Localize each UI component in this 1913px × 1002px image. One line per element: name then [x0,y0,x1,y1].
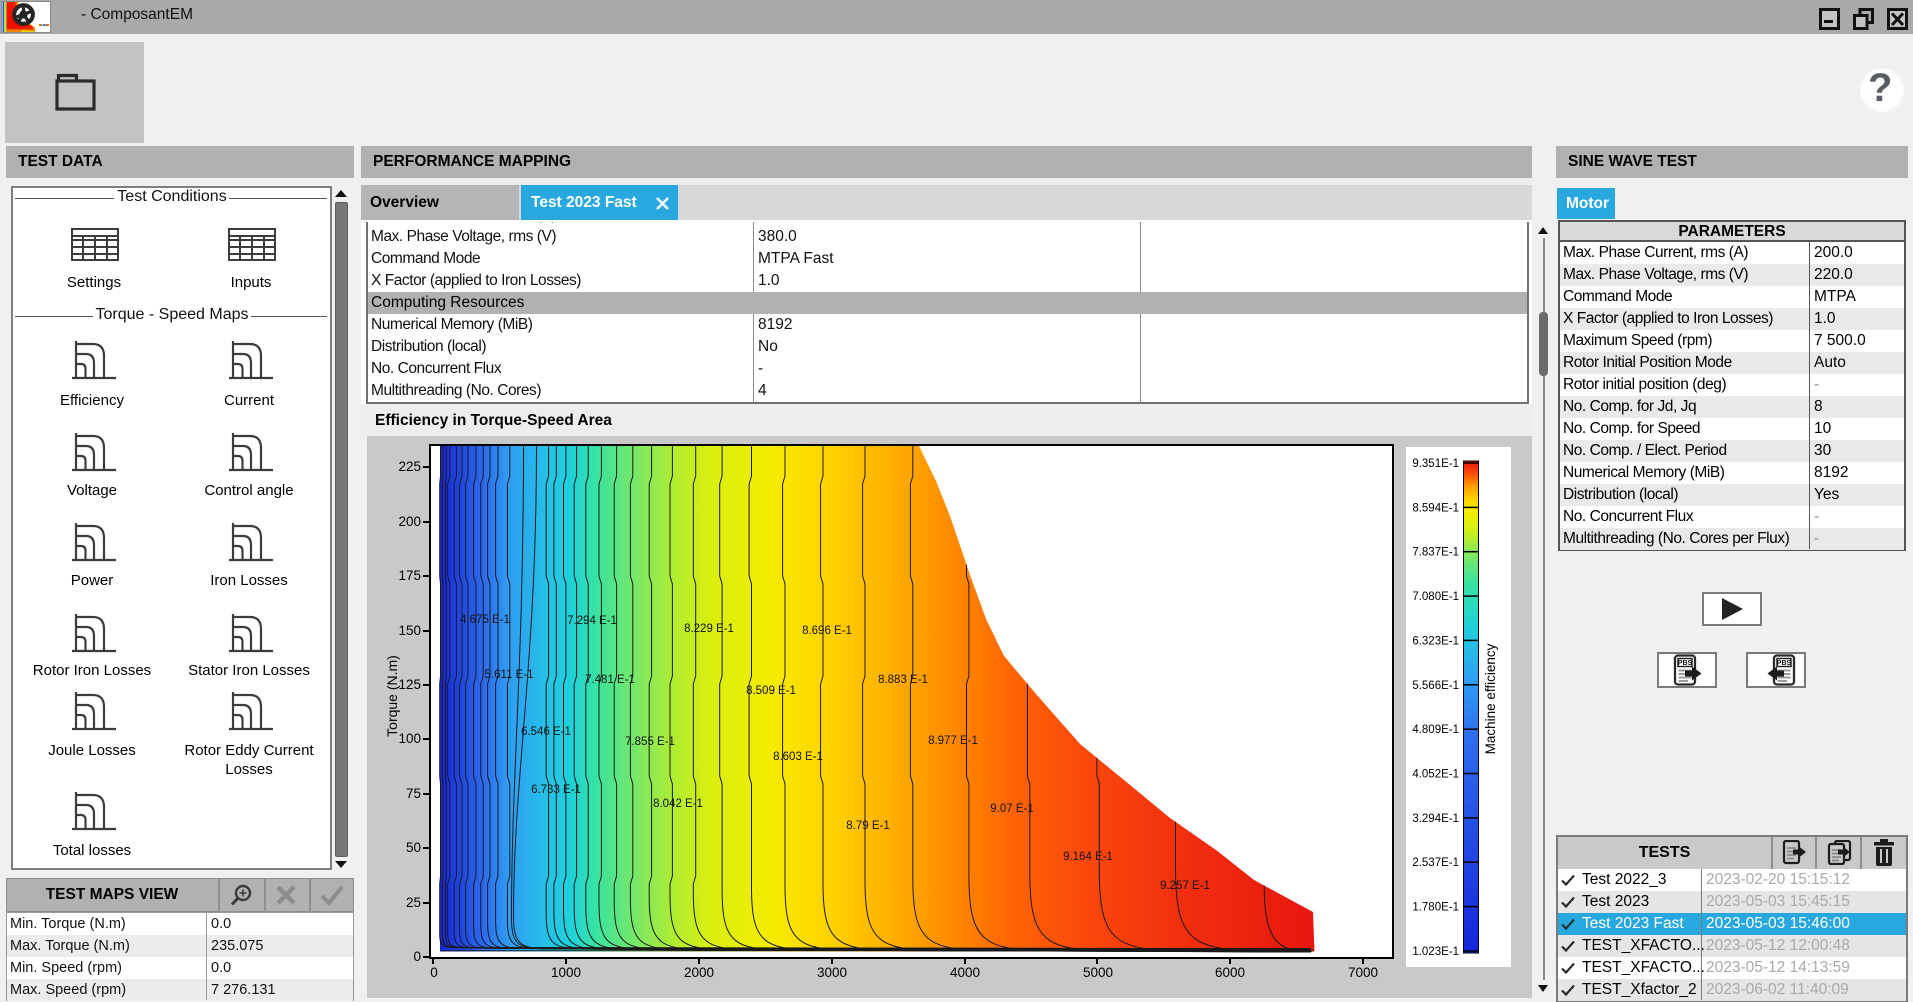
svg-text:PBS: PBS [1678,660,1693,667]
svg-text:7.481 E-1: 7.481 E-1 [585,674,635,686]
svg-text:8.229 E-1: 8.229 E-1 [684,623,734,635]
svg-text:2.537E-1: 2.537E-1 [1412,857,1459,869]
svg-text:8.79 E-1: 8.79 E-1 [846,820,889,832]
svg-text:4.052E-1: 4.052E-1 [1412,769,1459,781]
svg-text:8.977 E-1: 8.977 E-1 [928,735,978,747]
svg-text:5.566E-1: 5.566E-1 [1412,680,1459,692]
svg-text:8.594E-1: 8.594E-1 [1412,502,1459,514]
svg-text:9.257 E-1: 9.257 E-1 [1160,880,1210,892]
svg-text:Machine efficiency: Machine efficiency [1483,643,1498,754]
svg-text:9.07 E-1: 9.07 E-1 [990,803,1033,815]
svg-text:6.546 E-1: 6.546 E-1 [521,726,571,738]
svg-text:8.509 E-1: 8.509 E-1 [746,685,796,697]
svg-text:9.351E-1: 9.351E-1 [1412,458,1459,470]
svg-text:9.164 E-1: 9.164 E-1 [1063,851,1113,863]
svg-text:6.733 E-1: 6.733 E-1 [531,784,581,796]
svg-text:PBS: PBS [1777,660,1792,667]
svg-text:1.780E-1: 1.780E-1 [1412,902,1459,914]
svg-text:4.675 E-1: 4.675 E-1 [460,614,510,626]
svg-text:7.837E-1: 7.837E-1 [1412,547,1459,559]
svg-text:4.809E-1: 4.809E-1 [1412,724,1459,736]
svg-text:8.883 E-1: 8.883 E-1 [878,674,928,686]
svg-text:8.042 E-1: 8.042 E-1 [653,798,703,810]
svg-text:8.696 E-1: 8.696 E-1 [802,625,852,637]
svg-text:6.323E-1: 6.323E-1 [1412,635,1459,647]
svg-text:5.611 E-1: 5.611 E-1 [484,669,533,681]
svg-text:7.855 E-1: 7.855 E-1 [625,736,675,748]
svg-text:7.080E-1: 7.080E-1 [1412,591,1459,603]
svg-text:8.603 E-1: 8.603 E-1 [773,751,823,763]
svg-text:3.294E-1: 3.294E-1 [1412,813,1459,825]
svg-text:7.294 E-1: 7.294 E-1 [567,615,617,627]
svg-text:1.023E-1: 1.023E-1 [1412,946,1459,958]
